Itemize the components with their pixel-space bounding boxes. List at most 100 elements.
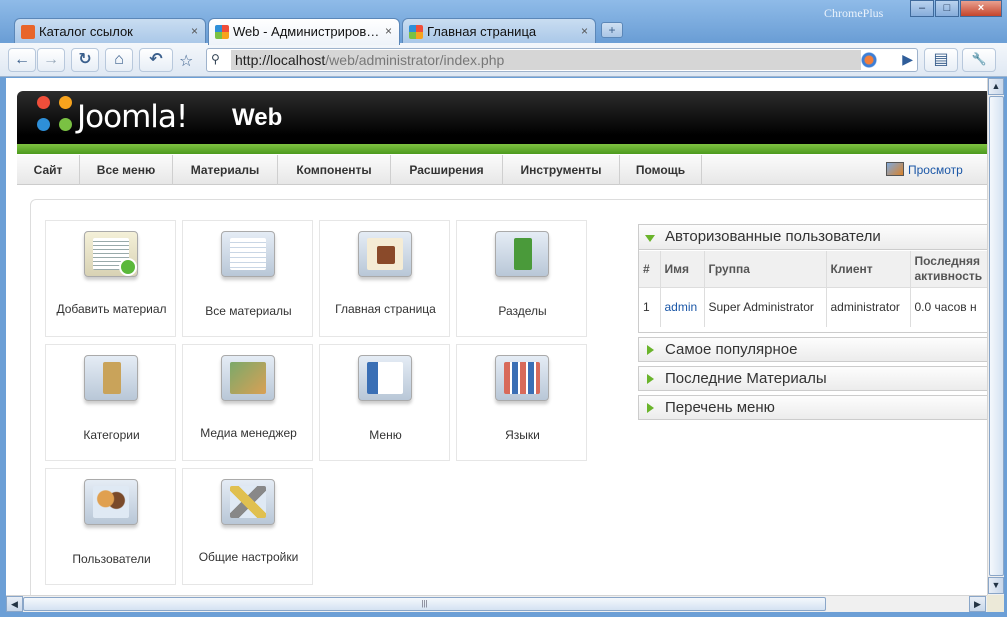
table-header-row: # Имя Группа Клиент Последняя активность — [639, 251, 987, 287]
menu-icon — [358, 355, 412, 401]
bookmark-star-icon[interactable]: ☆ — [179, 51, 193, 71]
tile-label: Пользователи — [72, 552, 151, 566]
menu-button[interactable]: Меню — [319, 344, 450, 461]
url-text[interactable]: http://localhost/web/administrator/index… — [231, 50, 861, 70]
new-tab-button[interactable]: + — [601, 22, 623, 38]
user-group-cell: Super Administrator — [704, 286, 827, 327]
joomla-logo-icon — [37, 96, 73, 132]
horizontal-scroll-thumb[interactable]: ||| — [23, 597, 826, 611]
media-manager-button[interactable]: Медиа менеджер — [182, 344, 313, 461]
row-number: 1 — [639, 286, 661, 327]
categories-icon — [84, 355, 138, 401]
languages-button[interactable]: Языки — [456, 344, 587, 461]
expanded-triangle-icon — [645, 235, 655, 242]
users-button[interactable]: Пользователи — [45, 468, 176, 585]
add-article-icon — [84, 231, 138, 277]
tab-label: Web - Администриров… — [233, 24, 380, 39]
user-client-cell: administrator — [826, 286, 911, 327]
scroll-left-icon[interactable]: ◀ — [6, 596, 23, 612]
latest-articles-panel-header[interactable]: Последние Материалы — [638, 366, 987, 391]
global-config-icon — [221, 479, 275, 525]
sections-button[interactable]: Разделы — [456, 220, 587, 337]
forward-button[interactable]: → — [37, 48, 65, 72]
tab-web-admin[interactable]: Web - Администриров… × — [208, 18, 400, 45]
user-name-cell: admin — [660, 286, 705, 327]
column-header: Группа — [704, 251, 827, 287]
user-activity-cell: 0.0 часов н — [910, 286, 987, 327]
address-bar[interactable]: ☆ ⚲ http://localhost/web/administrator/i… — [179, 48, 918, 72]
logged-in-users-header[interactable]: Авторизованные пользователи — [639, 225, 987, 250]
undo-button[interactable]: ↶ — [139, 48, 173, 72]
menu-all-menus[interactable]: Все меню — [80, 155, 173, 185]
url-path: /web/administrator/index.php — [325, 52, 505, 68]
scroll-down-icon[interactable]: ▼ — [988, 577, 1004, 594]
vertical-scroll-thumb[interactable] — [989, 96, 1004, 576]
add-article-button[interactable]: Добавить материал — [45, 220, 176, 337]
menu-help[interactable]: Помощь — [620, 155, 702, 185]
preview-label: Просмотр — [908, 163, 963, 177]
preview-link[interactable]: Просмотр — [886, 162, 963, 177]
tab-label: Главная страница — [427, 24, 537, 39]
user-name-link[interactable]: admin — [665, 300, 698, 314]
all-articles-button[interactable]: Все материалы — [182, 220, 313, 337]
tab-links-catalog[interactable]: Каталог ссылок × — [14, 18, 206, 44]
page-viewport: Joomla! Web Сайт Все меню Материалы Комп… — [6, 78, 987, 595]
column-header: Имя — [660, 251, 705, 287]
preview-icon — [886, 162, 904, 176]
menu-components[interactable]: Компоненты — [278, 155, 391, 185]
scroll-right-icon[interactable]: ▶ — [969, 596, 986, 612]
vertical-scrollbar[interactable]: ▲ ▼ — [987, 78, 1004, 595]
scroll-up-icon[interactable]: ▲ — [988, 78, 1004, 95]
tab-main-page[interactable]: Главная страница × — [402, 18, 596, 44]
media-manager-icon — [221, 355, 275, 401]
collapsed-triangle-icon — [647, 374, 654, 384]
home-page-button[interactable]: Главная страница — [319, 220, 450, 337]
scrollbar-corner — [987, 595, 1004, 612]
url-host: http://localhost — [235, 52, 326, 68]
collapsed-triangle-icon — [647, 345, 654, 355]
tile-label: Меню — [369, 428, 402, 442]
home-button[interactable]: ⌂ — [105, 48, 133, 72]
page-menu-button[interactable]: ▤ — [924, 48, 958, 72]
tile-label: Категории — [83, 428, 140, 442]
panel-title: Последние Материалы — [665, 370, 827, 387]
tile-label: Добавить материал — [56, 302, 167, 316]
joomla-favicon-icon — [215, 25, 229, 39]
global-config-button[interactable]: Общие настройки — [182, 468, 313, 585]
go-button[interactable]: ▶ — [902, 51, 913, 68]
tools-menu-button[interactable]: 🔧 — [962, 48, 996, 72]
table-row: 1 admin Super Administrator administrato… — [639, 286, 987, 327]
column-header: Последняя активность — [910, 251, 987, 287]
sections-icon — [495, 231, 549, 277]
menu-content[interactable]: Материалы — [173, 155, 278, 185]
search-icon: ⚲ — [211, 52, 220, 66]
all-articles-icon — [221, 231, 275, 277]
admin-menu-bar: Сайт Все меню Материалы Компоненты Расши… — [17, 155, 987, 185]
close-tab-icon[interactable]: × — [191, 24, 198, 38]
panel-title: Самое популярное — [665, 341, 798, 358]
menu-tools[interactable]: Инструменты — [503, 155, 620, 185]
collapsed-triangle-icon — [647, 403, 654, 413]
modules-panel: Авторизованные пользователи # Имя Группа… — [638, 224, 987, 424]
column-header: # — [639, 251, 661, 287]
logged-in-users-panel: Авторизованные пользователи # Имя Группа… — [638, 224, 987, 333]
site-name: Web — [232, 104, 283, 131]
menu-extensions[interactable]: Расширения — [391, 155, 503, 185]
users-icon — [84, 479, 138, 525]
tab-strip: Каталог ссылок × Web - Администриров… × … — [0, 14, 1007, 45]
popular-panel-header[interactable]: Самое популярное — [638, 337, 987, 362]
reload-button[interactable]: ↻ — [71, 48, 99, 72]
joomla-logo-text: Joomla! — [77, 99, 188, 135]
horizontal-scrollbar[interactable]: ◀ ||| ▶ — [6, 595, 987, 612]
categories-button[interactable]: Категории — [45, 344, 176, 461]
panel-title: Перечень меню — [665, 399, 775, 416]
joomla-favicon-icon — [409, 25, 423, 39]
extension-icon[interactable] — [861, 51, 881, 69]
close-tab-icon[interactable]: × — [385, 24, 392, 38]
close-tab-icon[interactable]: × — [581, 24, 588, 38]
menu-site[interactable]: Сайт — [17, 155, 80, 185]
column-header: Клиент — [826, 251, 911, 287]
menu-stats-panel-header[interactable]: Перечень меню — [638, 395, 987, 420]
joomla-header: Joomla! Web — [17, 91, 987, 154]
back-button[interactable]: ← — [8, 48, 36, 72]
